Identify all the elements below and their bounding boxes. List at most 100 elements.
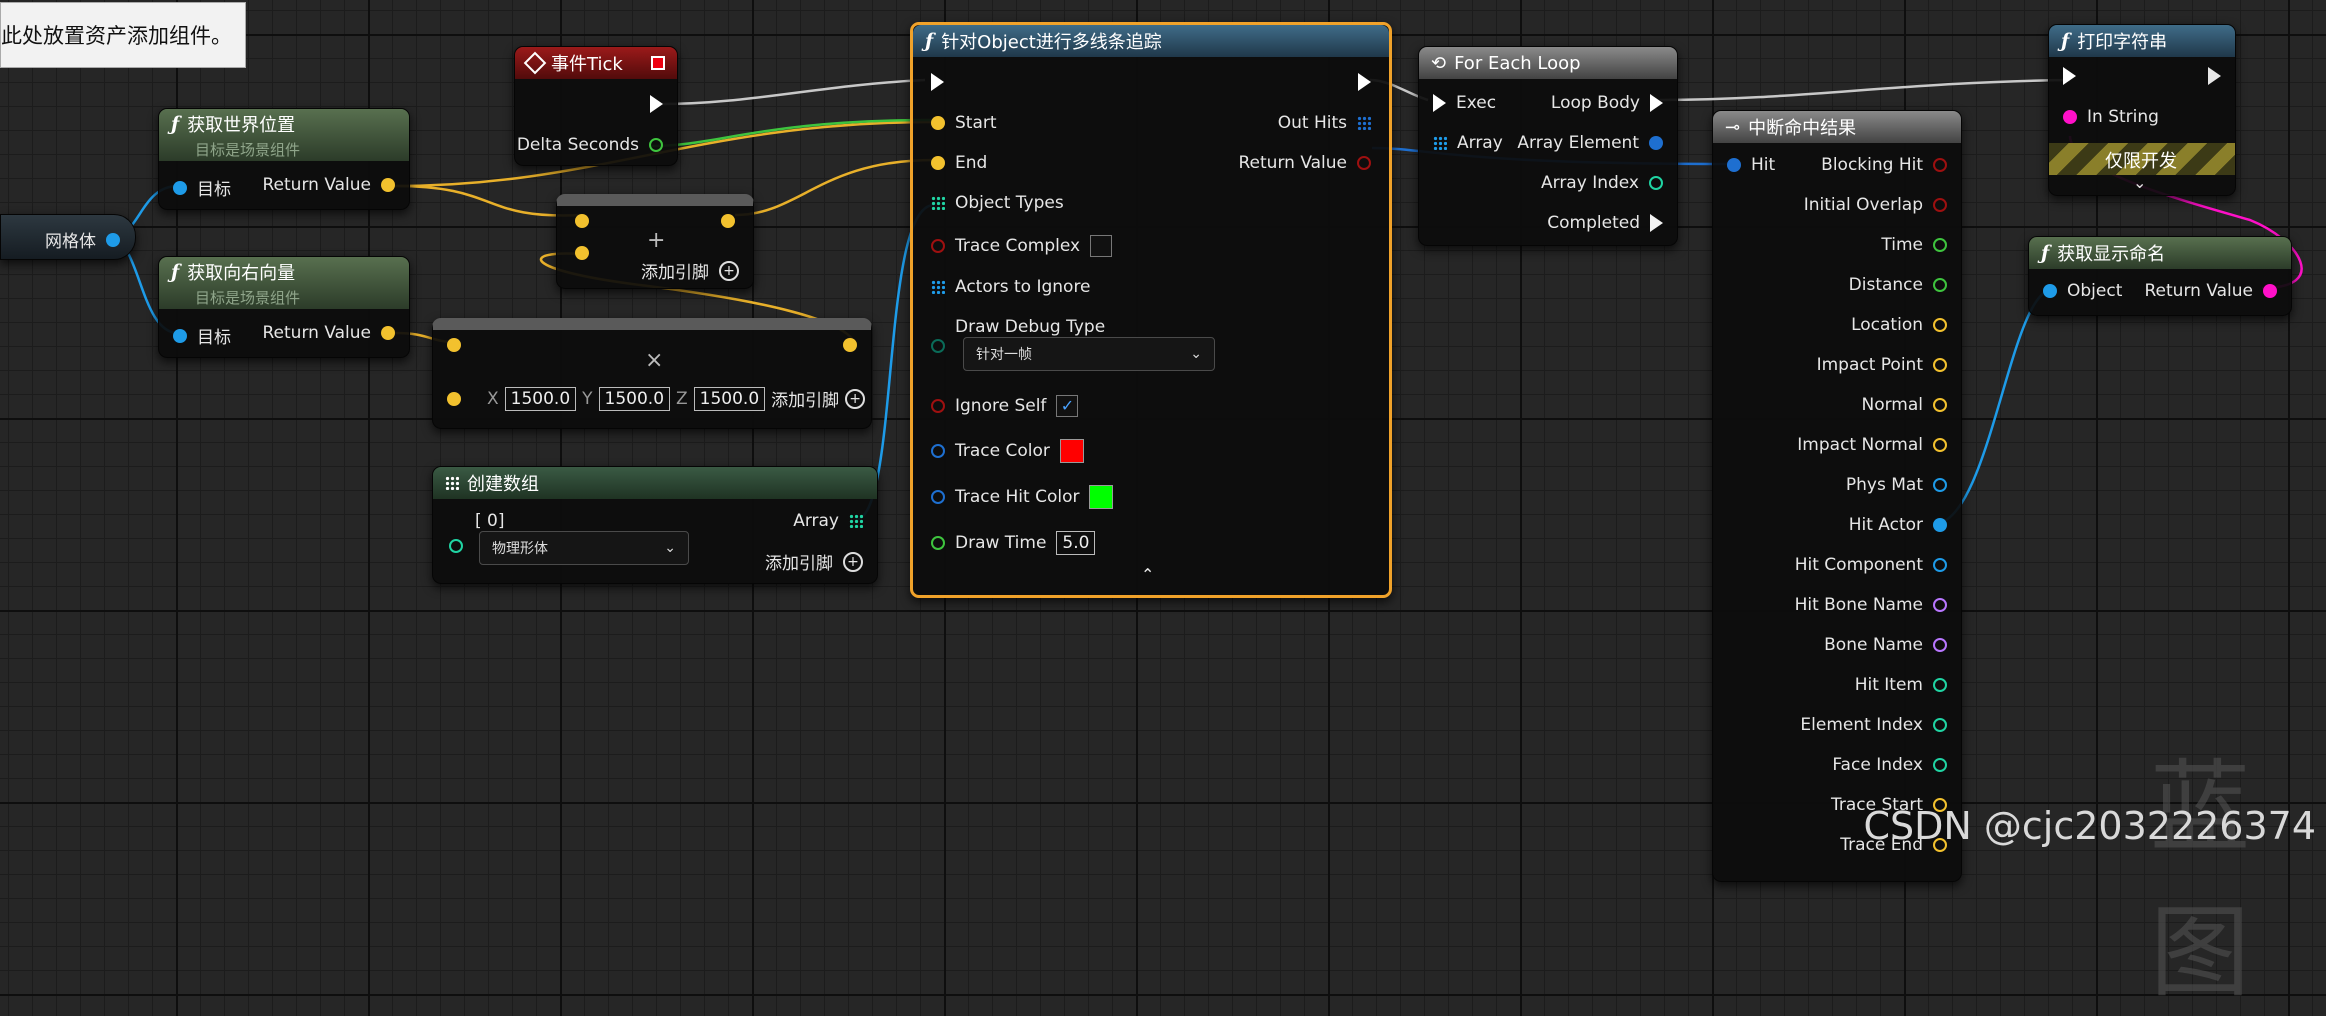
exec-output-pin[interactable] (2185, 67, 2198, 85)
element-input-pin[interactable] (449, 539, 463, 553)
node-make-array[interactable]: 创建数组 [ 0] 物理形体 ⌄ Array 添加引脚 + (432, 466, 878, 584)
exec-output-pin[interactable] (1358, 73, 1371, 91)
pin-label: Bone Name (1824, 635, 1923, 655)
trace-hit-color-swatch[interactable] (1089, 485, 1114, 509)
add-pin-button[interactable]: + (845, 388, 866, 409)
hit-output-pin[interactable] (1933, 438, 1947, 452)
object-types-pin[interactable] (931, 196, 945, 210)
hit-input-pin[interactable] (1727, 158, 1741, 172)
vector-input-pin[interactable] (447, 338, 461, 352)
hit-output-pin[interactable] (1933, 238, 1947, 252)
node-get-world-location[interactable]: ƒ 获取世界位置 目标是场景组件 目标 Return Value (158, 108, 410, 210)
hit-output-pin[interactable] (1933, 758, 1947, 772)
node-add[interactable]: + 添加引脚 + (556, 194, 754, 289)
expand-chevron-icon[interactable]: ⌄ (2133, 173, 2146, 192)
exec-input-pin[interactable] (2063, 67, 2076, 85)
y-value-input[interactable]: 1500.0 (598, 386, 671, 411)
trace-hit-color-pin[interactable] (931, 490, 945, 504)
return-pin[interactable] (2263, 284, 2277, 298)
exec-input-pin[interactable] (1433, 94, 1446, 112)
exec-output-hollow-icon[interactable] (2208, 67, 2221, 85)
node-for-each-loop[interactable]: ⟲ For Each Loop Exec Loop Body Array Arra… (1418, 46, 1678, 246)
hit-output-pin[interactable] (1933, 398, 1947, 412)
return-pin[interactable] (381, 326, 395, 340)
node-multiply[interactable]: × X 1500.0 Y 1500.0 Z 1500.0 添加引脚 + (432, 318, 872, 429)
break-struct-icon: ⊸ (1725, 116, 1741, 138)
add-pin-button[interactable]: + (843, 551, 863, 572)
pin-label: 目标 (197, 328, 231, 348)
return-pin[interactable] (381, 178, 395, 192)
comment-box[interactable]: 此处放置资产添加组件。 (0, 2, 246, 68)
vector-input-pin-b[interactable] (575, 246, 589, 260)
hit-output-pin[interactable] (1933, 638, 1947, 652)
hit-output-pin[interactable] (1933, 518, 1947, 532)
multiply-operator-icon: × (645, 348, 664, 373)
hit-output-pin[interactable] (1933, 558, 1947, 572)
pin-label: Array Index (1541, 173, 1639, 193)
node-get-right-vector[interactable]: ƒ 获取向右向量 目标是场景组件 目标 Return Value (158, 256, 410, 358)
hit-output-pin[interactable] (1933, 318, 1947, 332)
hit-output-pin[interactable] (1933, 158, 1947, 172)
exec-output-pin[interactable] (650, 95, 663, 113)
node-event-tick[interactable]: 事件Tick Delta Seconds (514, 46, 678, 166)
in-string-pin[interactable] (2063, 110, 2077, 124)
draw-time-input[interactable]: 5.0 (1056, 531, 1096, 555)
end-pin[interactable] (931, 156, 945, 170)
node-get-display-name[interactable]: ƒ 获取显示命名 Object Return Value (2028, 236, 2292, 316)
array-output-pin[interactable] (849, 514, 863, 528)
trace-complex-checkbox[interactable] (1090, 235, 1113, 257)
hit-output-pin[interactable] (1933, 358, 1947, 372)
ignore-self-checkbox[interactable]: ✓ (1056, 395, 1079, 417)
trace-complex-pin[interactable] (931, 239, 945, 253)
x-value-input[interactable]: 1500.0 (504, 386, 577, 411)
out-hits-pin[interactable] (1357, 116, 1371, 130)
node-header: ⊸ 中断命中结果 (1713, 111, 1961, 143)
hit-output-row: Blocking Hit (1821, 155, 1947, 175)
vector-input-pin[interactable] (447, 391, 461, 406)
hit-output-pin[interactable] (1933, 278, 1947, 292)
object-type-dropdown[interactable]: 物理形体 ⌄ (479, 531, 689, 565)
array-input-pin[interactable] (1433, 136, 1447, 150)
vector-output-pin[interactable] (843, 338, 857, 352)
loop-body-pin[interactable] (1650, 94, 1663, 112)
target-pin[interactable] (173, 180, 187, 195)
z-value-input[interactable]: 1500.0 (693, 386, 766, 411)
object-output-pin[interactable] (106, 232, 120, 247)
draw-debug-type-dropdown[interactable]: 针对一帧 ⌄ (963, 337, 1215, 371)
ignore-self-pin[interactable] (931, 399, 945, 413)
actors-to-ignore-pin[interactable] (931, 280, 945, 294)
draw-debug-type-pin[interactable] (931, 339, 945, 353)
trace-color-pin[interactable] (931, 444, 945, 458)
hit-output-pin[interactable] (1933, 598, 1947, 612)
hit-output-pin[interactable] (1933, 198, 1947, 212)
delta-seconds-pin[interactable] (649, 138, 663, 152)
collapse-chevron-icon[interactable]: ⌃ (1141, 565, 1154, 584)
node-print-string[interactable]: ƒ 打印字符串 In String 仅限开发 ⌄ (2048, 24, 2236, 196)
draw-time-pin[interactable] (931, 536, 945, 550)
node-title: 中断命中结果 (1748, 118, 1857, 139)
add-operator-icon: + (647, 228, 666, 253)
hit-output-pin[interactable] (1933, 478, 1947, 492)
hit-output-pin[interactable] (1933, 718, 1947, 732)
exec-input-pin[interactable] (931, 73, 944, 91)
variable-mesh[interactable]: 网格体 (0, 214, 136, 260)
node-multi-line-trace[interactable]: ƒ 针对Object进行多线条追踪 Start Out Hits End Retu… (910, 22, 1392, 598)
node-break-hit-result[interactable]: ⊸ 中断命中结果 Hit Blocking Hit Initial Overlap T… (1712, 110, 1962, 882)
hit-output-pin[interactable] (1933, 678, 1947, 692)
object-input-pin[interactable] (2043, 284, 2057, 298)
node-title: 打印字符串 (2077, 32, 2168, 53)
return-pin[interactable] (1357, 156, 1371, 170)
pin-label: Trace Complex (955, 236, 1081, 256)
pin-label: Start (955, 113, 997, 133)
completed-pin[interactable] (1650, 214, 1663, 232)
start-pin[interactable] (931, 116, 945, 130)
add-pin-button[interactable]: + (719, 260, 739, 281)
array-element-pin[interactable] (1649, 136, 1663, 150)
vector-output-pin[interactable] (721, 214, 735, 228)
pin-label: In String (2087, 107, 2159, 127)
vector-input-pin-a[interactable] (575, 214, 589, 228)
target-pin[interactable] (173, 328, 187, 343)
array-index-pin[interactable] (1649, 176, 1663, 190)
trace-color-swatch[interactable] (1059, 439, 1084, 463)
pin-label: Array (793, 511, 839, 531)
